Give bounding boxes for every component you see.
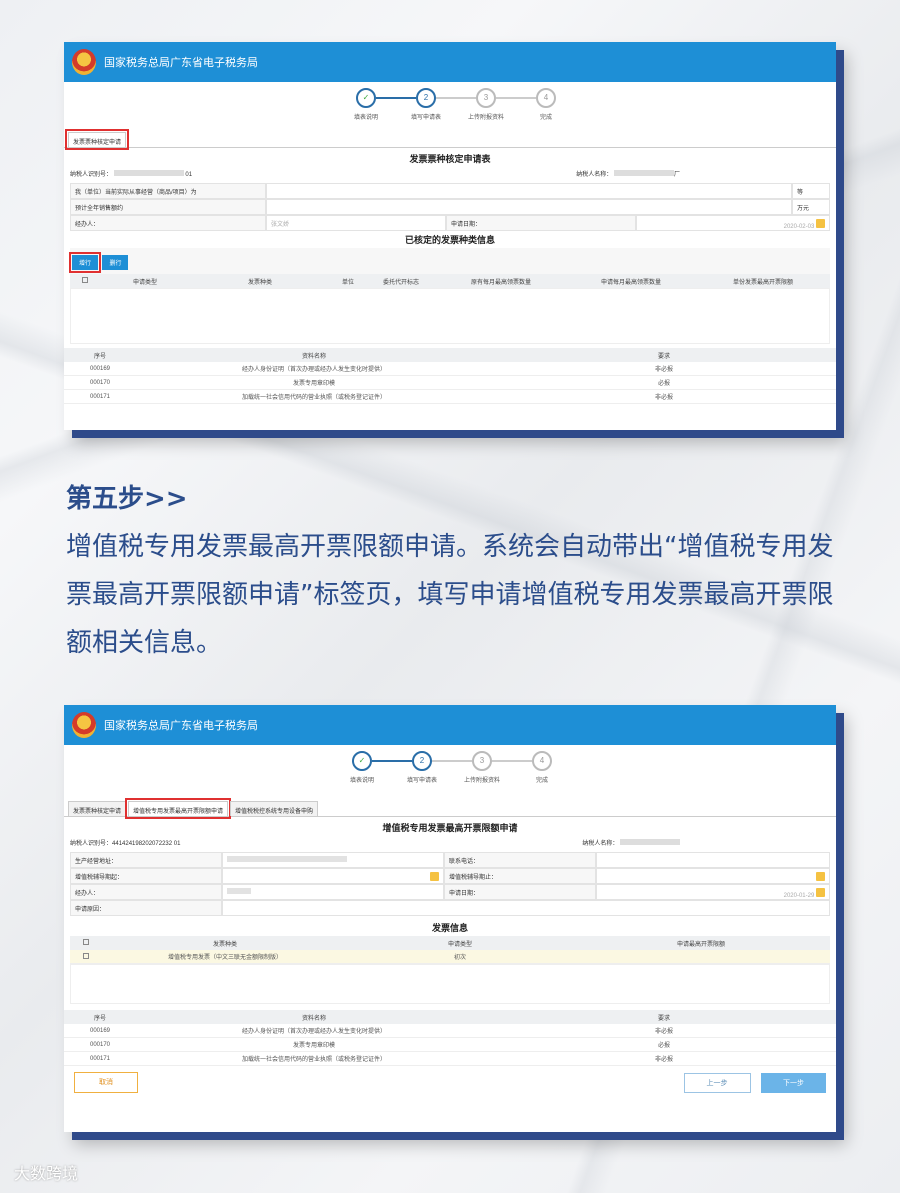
sales-label: 预计全年销售额约 bbox=[70, 199, 266, 215]
tab-max-limit[interactable]: 增值税专用发票最高开票限额申请 bbox=[125, 798, 232, 819]
handler-label: 经办人： bbox=[70, 884, 222, 900]
docs-header: 序号 资料名称 要求 bbox=[64, 348, 836, 362]
app-header: 国家税务总局广东省电子税务局 bbox=[64, 705, 836, 745]
table-row: 000171 加载统一社会信用代码的营业执照（或税务登记证件） 非必报 bbox=[64, 390, 836, 404]
step-4: 4 bbox=[536, 88, 556, 108]
period-end-label: 增值税辅导期止： bbox=[444, 868, 596, 884]
step-2: 2 bbox=[416, 88, 436, 108]
section-title: 已核定的发票种类信息 bbox=[404, 235, 495, 245]
table-row: 000170 发票专用章印模 必报 bbox=[64, 376, 836, 390]
docs-header: 序号 资料名称 要求 bbox=[64, 1010, 836, 1024]
address-input[interactable] bbox=[222, 852, 444, 868]
address-label: 生产经营地址： bbox=[70, 852, 222, 868]
phone-input[interactable] bbox=[596, 852, 830, 868]
delete-row-button[interactable]: 删行 bbox=[102, 255, 129, 270]
add-row-button[interactable]: 增行 bbox=[68, 252, 102, 273]
period-start-label: 增值税辅导期起： bbox=[70, 868, 222, 884]
period-start-input[interactable] bbox=[222, 868, 444, 884]
step-label: 上传附报资料 bbox=[463, 778, 500, 784]
phone-label: 联系电话： bbox=[444, 852, 596, 868]
step-label: 填表说明 bbox=[353, 115, 378, 121]
step-label: 完成 bbox=[535, 778, 548, 784]
handler-label: 经办人： bbox=[70, 215, 266, 231]
step-indicator: ✓ 2 3 4 填表说明 填写申请表 上传附报资料 完成 bbox=[64, 82, 836, 122]
step-2: 2 bbox=[412, 751, 432, 771]
calendar-icon[interactable] bbox=[430, 872, 439, 881]
reason-label: 申请原因： bbox=[70, 900, 222, 916]
next-step-button[interactable]: 下一步 bbox=[761, 1073, 826, 1093]
screenshot-invoice-type-application: 国家税务总局广东省电子税务局 ✓ 2 3 4 填表说明 填写申请表 上传附报资料… bbox=[64, 42, 836, 430]
watermark-logo: 大数跨境 bbox=[14, 1164, 79, 1183]
app-title: 国家税务总局广东省电子税务局 bbox=[104, 720, 258, 732]
calendar-icon[interactable] bbox=[816, 219, 825, 228]
sales-input[interactable] bbox=[266, 199, 792, 215]
apply-date-input[interactable]: 2020-01-29 bbox=[596, 884, 830, 900]
app-title: 国家税务总局广东省电子税务局 bbox=[104, 57, 258, 69]
select-all-checkbox[interactable] bbox=[83, 939, 89, 945]
apply-date-label: 申请日期： bbox=[444, 884, 596, 900]
table-body bbox=[70, 964, 830, 1004]
step-label: 填表说明 bbox=[349, 778, 374, 784]
section-title: 发票信息 bbox=[431, 923, 468, 933]
step-1-check-icon: ✓ bbox=[352, 751, 372, 771]
step-3: 3 bbox=[476, 88, 496, 108]
apply-date-label: 申请日期： bbox=[446, 215, 636, 231]
calendar-icon[interactable] bbox=[816, 888, 825, 897]
business-label: 我（单位）当前实际从事经营（商品/项目）为 bbox=[70, 183, 266, 199]
handler-input[interactable]: 张文娇 bbox=[266, 215, 446, 231]
table-body bbox=[70, 288, 830, 344]
app-header: 国家税务总局广东省电子税务局 bbox=[64, 42, 836, 82]
tax-emblem-icon bbox=[72, 49, 96, 75]
tab-bar: 发票票种核定申请 增值税专用发票最高开票限额申请 增值税税控系统专用设备申购 bbox=[64, 798, 836, 819]
taxpayer-id-field: 纳税人识别号： 01 bbox=[70, 170, 193, 178]
table-header: 申请类型 发票种类 单位 委托代开标志 原有每月最高领票数量 申请每月最高领票数… bbox=[70, 274, 830, 288]
row-checkbox[interactable] bbox=[83, 952, 89, 959]
period-end-input[interactable] bbox=[596, 868, 830, 884]
instruction-text: 第五步>> 增值税专用发票最高开票限额申请。系统会自动带出“增值税专用发票最高开… bbox=[66, 478, 856, 667]
step-label: 完成 bbox=[539, 115, 552, 121]
table-row[interactable]: 增值税专用发票（中文三联无金额限制版） 初次 bbox=[70, 950, 830, 964]
table-row: 000171 加载统一社会信用代码的营业执照（或税务登记证件） 非必报 bbox=[64, 1052, 836, 1066]
handler-input[interactable] bbox=[222, 884, 444, 900]
business-suffix: 等 bbox=[792, 183, 830, 199]
screenshot-max-limit-application: 国家税务总局广东省电子税务局 ✓ 2 3 4 填表说明 填写申请表 上传附报资料… bbox=[64, 705, 836, 1132]
step-heading: 第五步>> bbox=[66, 484, 188, 514]
tax-emblem-icon bbox=[72, 712, 96, 738]
step-3: 3 bbox=[472, 751, 492, 771]
step-4: 4 bbox=[532, 751, 552, 771]
table-row: 000170 发票专用章印模 必报 bbox=[64, 1038, 836, 1052]
tab-bar: 发票票种核定申请 bbox=[64, 129, 836, 150]
calendar-icon[interactable] bbox=[816, 872, 825, 881]
sales-unit: 万元 bbox=[792, 199, 830, 215]
reason-input[interactable] bbox=[222, 900, 830, 916]
form-title: 增值税专用发票最高开票限额申请 bbox=[382, 823, 518, 833]
business-input[interactable] bbox=[266, 183, 792, 199]
tab-invoice-type[interactable]: 发票票种核定申请 bbox=[64, 129, 130, 150]
table-row: 000169 经办人身份证明（首次办理或经办人发生变化时提供） 非必报 bbox=[64, 1024, 836, 1038]
tab-tax-control-device[interactable]: 增值税税控系统专用设备申购 bbox=[230, 801, 319, 816]
step-description: 增值税专用发票最高开票限额申请。系统会自动带出“增值税专用发票最高开票限额申请”… bbox=[66, 532, 834, 658]
taxpayer-name-field: 纳税人名称： 厂 bbox=[576, 170, 680, 178]
taxpayer-name-field: 纳税人名称： bbox=[582, 838, 680, 852]
step-label: 上传附报资料 bbox=[467, 115, 504, 121]
prev-step-button[interactable]: 上一步 bbox=[683, 1073, 751, 1093]
invoice-table-header: 发票种类 申请类型 申请最高开票限额 bbox=[70, 936, 830, 950]
cancel-button[interactable]: 取消 bbox=[74, 1072, 138, 1093]
step-label: 填写申请表 bbox=[406, 778, 437, 784]
tab-invoice-type[interactable]: 发票票种核定申请 bbox=[68, 801, 127, 816]
step-label: 填写申请表 bbox=[410, 115, 441, 121]
apply-date-input[interactable]: 2020-02-03 bbox=[636, 215, 830, 231]
form-title: 发票票种核定申请表 bbox=[409, 154, 491, 164]
step-indicator: ✓ 2 3 4 填表说明 填写申请表 上传附报资料 完成 bbox=[64, 745, 836, 785]
table-row: 000169 经办人身份证明（首次办理或经办人发生变化时提供） 非必报 bbox=[64, 362, 836, 376]
taxpayer-id-field: 纳税人识别号：441424198202072232 01 bbox=[70, 841, 181, 847]
select-all-checkbox[interactable] bbox=[82, 277, 88, 283]
step-1-check-icon: ✓ bbox=[356, 88, 376, 108]
